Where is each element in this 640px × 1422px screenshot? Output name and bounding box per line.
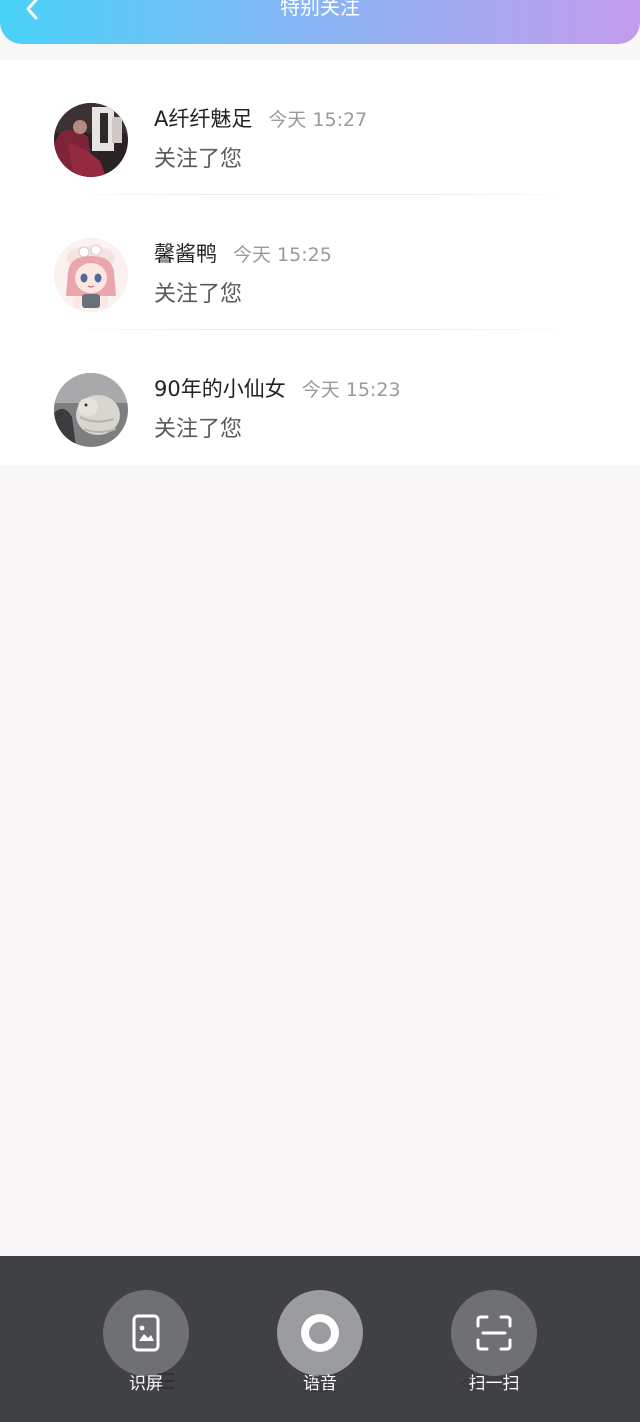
scan-circle[interactable] [451,1290,537,1376]
timestamp: 今天 15:23 [301,379,401,401]
notification-message: 关注了您 [154,282,243,307]
sender-name: 馨酱鸭 今天 15:25 [154,238,332,271]
avatar[interactable] [54,103,128,177]
avatar[interactable] [54,238,128,312]
sender-name-text: 馨酱鸭 [154,242,217,266]
notification-message: 关注了您 [154,417,243,442]
screen-recognition-circle[interactable] [103,1290,189,1376]
scan-icon [476,1315,512,1351]
list-item[interactable]: 馨酱鸭 今天 15:25 关注了您 [0,195,640,330]
list-item[interactable]: 90年的小仙女 今天 15:23 关注了您 [0,330,640,465]
header-bar: 特别关注 [0,0,640,44]
bottom-toolbar: 识屏 语音 扫一扫 [0,1256,640,1422]
voice-circle[interactable] [277,1290,363,1376]
sender-name: A纤纤魅足 今天 15:27 [154,103,367,136]
back-nav-icon: ◁ [460,1370,477,1395]
sender-name-text: 90年的小仙女 [154,377,286,401]
home-icon: ▢ [309,1370,330,1395]
screen-recognition-icon [132,1314,160,1352]
timestamp: 今天 15:27 [268,109,368,131]
notification-message: 关注了您 [154,147,243,172]
notification-list: A纤纤魅足 今天 15:27 关注了您 馨酱鸭 今天 15:25 关注了您 90… [0,60,640,465]
sender-name: 90年的小仙女 今天 15:23 [154,373,401,406]
voice-icon [301,1314,339,1352]
list-item[interactable]: A纤纤魅足 今天 15:27 关注了您 [0,60,640,195]
avatar[interactable] [54,373,128,447]
screen-recognition-label: 识屏 [129,1374,163,1394]
special-follow-page: 特别关注 A纤纤魅足 今天 15:27 关注了您 馨酱鸭 今天 15:25 关注… [0,0,640,1422]
sender-name-text: A纤纤魅足 [154,107,253,131]
page-title: 特别关注 [280,0,360,19]
menu-icon: ☰ [156,1370,176,1395]
screen-recognition-button[interactable]: 识屏 [103,1290,189,1396]
timestamp: 今天 15:25 [233,244,332,266]
